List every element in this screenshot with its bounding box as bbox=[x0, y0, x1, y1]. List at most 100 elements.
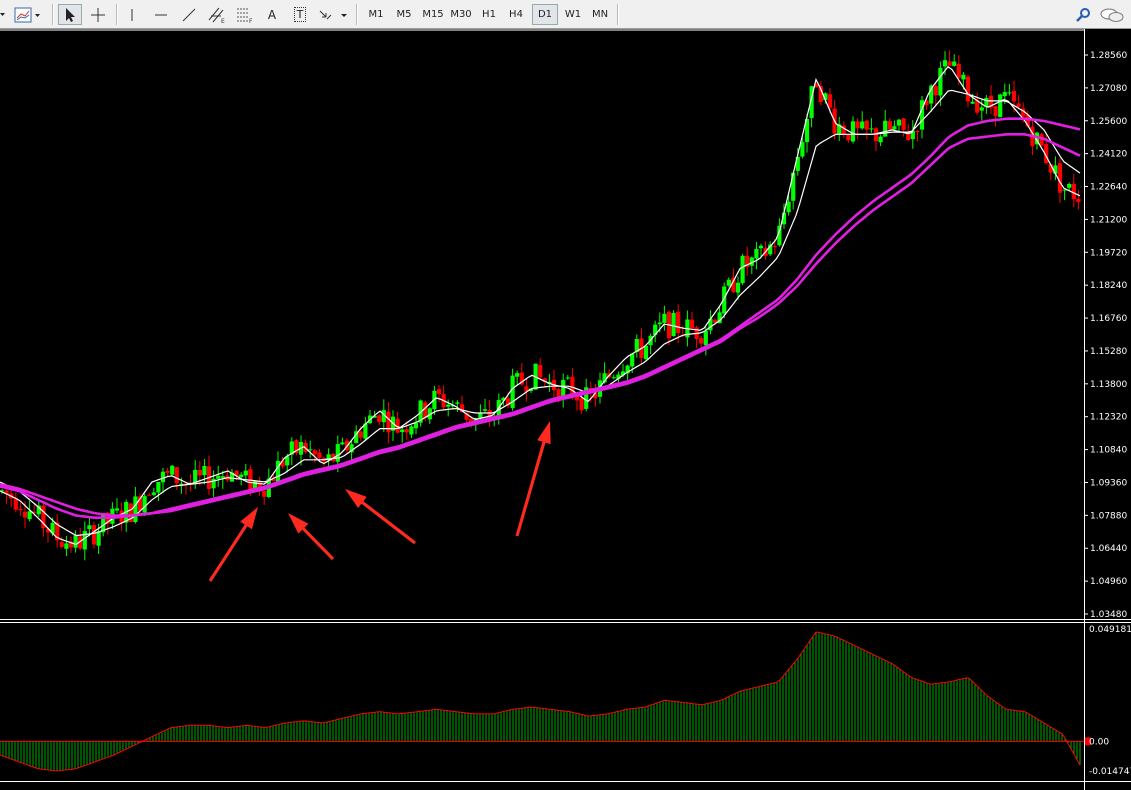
cursor-tool-button[interactable] bbox=[58, 4, 82, 25]
text-label-button[interactable]: T bbox=[288, 4, 312, 25]
candle-body bbox=[160, 471, 166, 483]
candle-body bbox=[662, 313, 667, 323]
candle-body bbox=[308, 449, 313, 451]
timeframe-d1[interactable]: D1 bbox=[532, 4, 558, 25]
candle-body bbox=[409, 426, 414, 435]
timeframe-m30[interactable]: M30 bbox=[447, 4, 475, 25]
price-label: 1.25600 bbox=[1090, 117, 1127, 127]
timeframe-mn[interactable]: MN bbox=[587, 4, 613, 25]
candle-body bbox=[956, 63, 961, 78]
candle-body bbox=[947, 61, 952, 66]
candle-body bbox=[846, 134, 851, 141]
chart-type-icon bbox=[14, 7, 40, 22]
timeframe-m5[interactable]: M5 bbox=[391, 4, 417, 25]
candle-body bbox=[239, 474, 244, 478]
candle-body bbox=[156, 482, 161, 493]
chart-type-button[interactable] bbox=[12, 4, 42, 25]
chart-area[interactable]: 1.28560 1.27080 1.25600 1.24120 1.22640 1.212… bbox=[0, 29, 1131, 790]
candle-body bbox=[703, 330, 708, 346]
cursor-arrow-icon bbox=[66, 7, 75, 22]
candle-body bbox=[400, 429, 405, 433]
price-label: 1.04960 bbox=[1090, 577, 1127, 587]
candle-body bbox=[896, 119, 902, 126]
candle-body bbox=[791, 172, 796, 201]
price-label: 1.09360 bbox=[1090, 478, 1127, 488]
candle-body bbox=[979, 107, 984, 111]
candle-body bbox=[446, 404, 451, 407]
price-label: 1.24120 bbox=[1090, 150, 1127, 160]
candle-body bbox=[952, 61, 957, 66]
chat-bubbles-icon bbox=[1100, 8, 1124, 22]
candle-body bbox=[170, 465, 175, 475]
candle-body bbox=[800, 142, 805, 157]
timeframe-m15[interactable]: M15 bbox=[419, 4, 447, 25]
candle-body bbox=[961, 74, 966, 80]
candle-body bbox=[676, 311, 681, 333]
candle-body bbox=[358, 431, 363, 438]
candle-body bbox=[538, 364, 543, 378]
timeframe-w1[interactable]: W1 bbox=[560, 4, 586, 25]
candle-body bbox=[179, 483, 184, 485]
horizontal-line-button[interactable] bbox=[148, 4, 174, 25]
timeframe-h1[interactable]: H1 bbox=[476, 4, 502, 25]
candle-body bbox=[754, 249, 759, 259]
candle-body bbox=[96, 531, 101, 546]
candle-body bbox=[87, 525, 92, 530]
trendline-button[interactable] bbox=[176, 4, 202, 25]
candle-body bbox=[740, 255, 745, 284]
candle-body bbox=[942, 60, 948, 67]
price-label: 1.13800 bbox=[1090, 380, 1127, 390]
equidistant-channel-button[interactable]: E bbox=[204, 4, 230, 25]
candle-body bbox=[1016, 103, 1021, 107]
indicator-axis-label: 0.00 bbox=[1089, 737, 1109, 747]
candle-body bbox=[883, 120, 888, 137]
price-label: 1.22640 bbox=[1090, 183, 1127, 193]
chat-button[interactable] bbox=[1098, 4, 1126, 25]
candle-body bbox=[133, 496, 138, 522]
candle-body bbox=[1076, 198, 1081, 203]
candle-body bbox=[786, 201, 791, 213]
indicator-axis-label: -0.014747 bbox=[1089, 767, 1131, 777]
search-icon bbox=[1076, 7, 1090, 22]
vertical-line-icon bbox=[131, 8, 133, 21]
candle-body bbox=[878, 136, 883, 143]
svg-text:F: F bbox=[249, 18, 253, 24]
candle-body bbox=[404, 429, 409, 433]
candle-body bbox=[64, 543, 69, 549]
candle-body bbox=[671, 313, 676, 336]
candle-body bbox=[689, 319, 695, 329]
search-button[interactable] bbox=[1072, 4, 1094, 25]
horizontal-line-icon bbox=[155, 14, 167, 15]
timeframe-m1[interactable]: M1 bbox=[363, 4, 389, 25]
arrows-icon bbox=[319, 10, 347, 19]
timeframe-h4[interactable]: H4 bbox=[503, 4, 529, 25]
candle-body bbox=[377, 415, 382, 422]
price-label: 1.21200 bbox=[1090, 215, 1127, 225]
price-label: 1.10840 bbox=[1090, 446, 1127, 456]
candle-body bbox=[151, 492, 156, 495]
text-tool-button[interactable]: A bbox=[260, 4, 284, 25]
candle-body bbox=[197, 469, 202, 476]
candle-body bbox=[18, 508, 23, 511]
candle-body bbox=[216, 475, 221, 479]
toolbar-dropdown-arrow-icon[interactable] bbox=[0, 4, 6, 25]
candle-body bbox=[1007, 92, 1012, 94]
candle-body bbox=[455, 402, 460, 404]
candle-body bbox=[1071, 183, 1076, 200]
arrows-tool-button[interactable] bbox=[316, 4, 350, 25]
candle-body bbox=[970, 101, 975, 104]
fibonacci-button[interactable]: F bbox=[232, 4, 258, 25]
candle-body bbox=[335, 444, 340, 462]
candle-body bbox=[657, 322, 662, 325]
candle-body bbox=[933, 86, 938, 96]
fibonacci-icon: F bbox=[237, 8, 253, 24]
price-label: 1.27080 bbox=[1090, 84, 1127, 94]
candle-body bbox=[892, 126, 897, 130]
candle-body bbox=[643, 345, 649, 359]
vertical-line-button[interactable] bbox=[120, 4, 144, 25]
price-label: 1.12320 bbox=[1090, 413, 1127, 423]
candle-body bbox=[699, 338, 704, 344]
trendline-icon bbox=[182, 8, 196, 21]
crosshair-tool-button[interactable] bbox=[86, 4, 110, 25]
indicator-axis-label: 0.049181 bbox=[1089, 625, 1131, 635]
